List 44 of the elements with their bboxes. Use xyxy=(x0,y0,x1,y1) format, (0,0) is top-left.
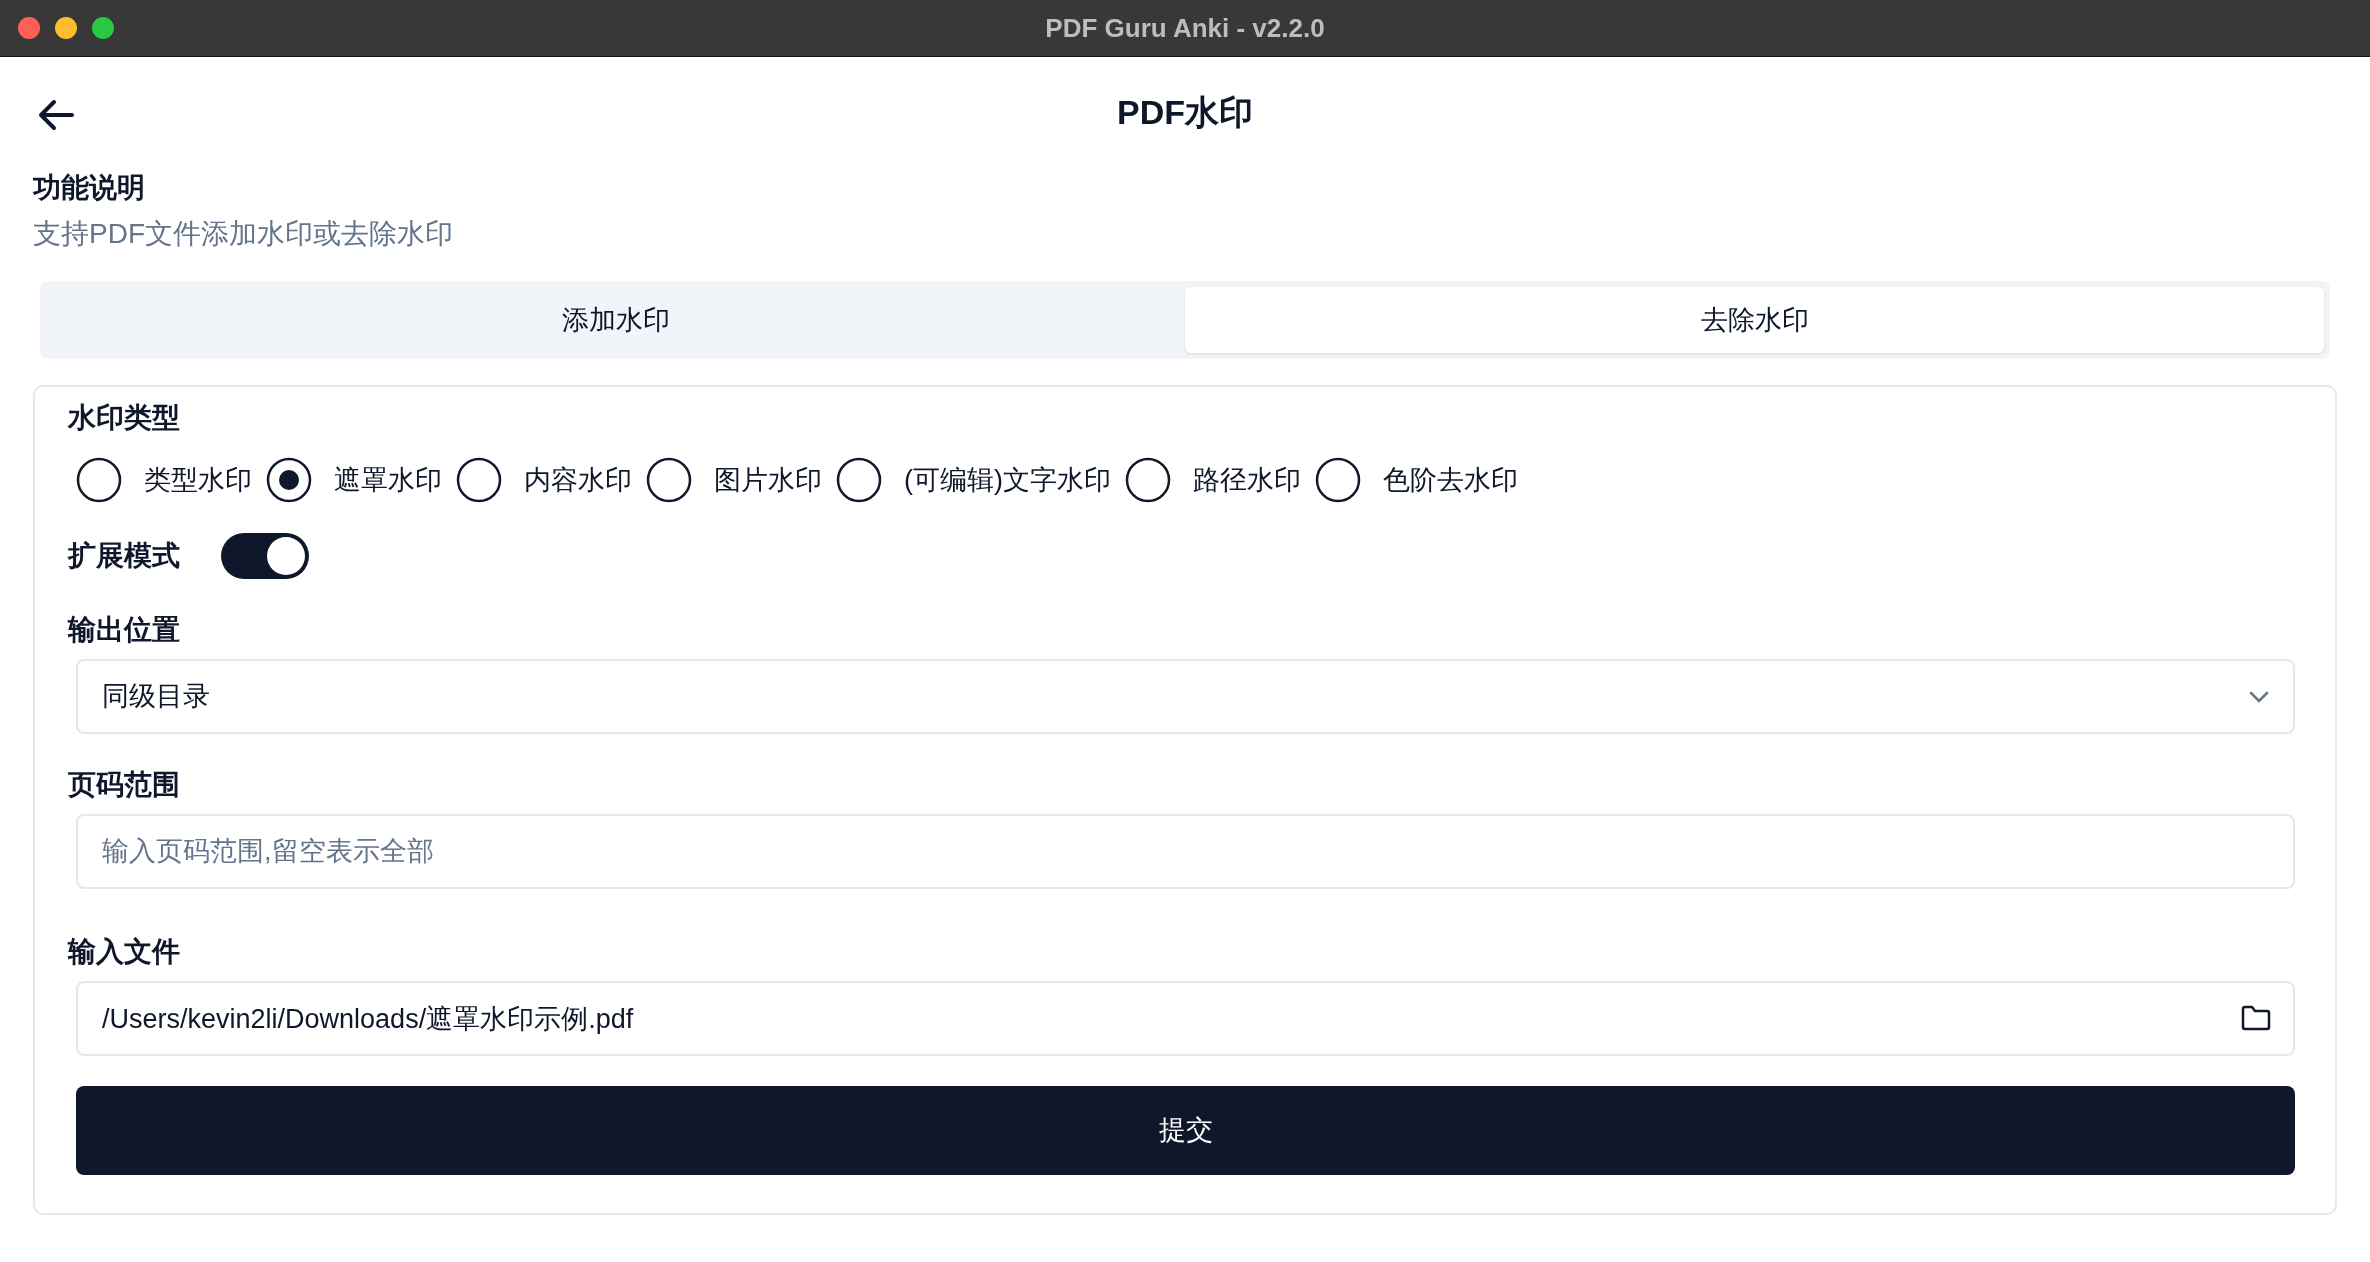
radio-button[interactable] xyxy=(646,457,692,503)
description-text: 支持PDF文件添加水印或去除水印 xyxy=(33,217,454,251)
folder-icon[interactable] xyxy=(2241,1005,2271,1031)
window-title: PDF Guru Anki - v2.2.0 xyxy=(1045,13,1325,43)
radio-option[interactable]: 类型水印 xyxy=(76,457,252,503)
tab[interactable]: 去除水印 xyxy=(1185,287,2324,353)
radio-label: 遮罩水印 xyxy=(334,463,442,497)
radio-label: 色阶去水印 xyxy=(1383,463,1518,497)
section-heading: 功能说明 xyxy=(33,171,146,205)
page-title: PDF水印 xyxy=(1117,93,1253,131)
radio-option[interactable]: 色阶去水印 xyxy=(1315,457,1518,503)
tab[interactable]: 添加水印 xyxy=(46,287,1185,353)
minimize-button[interactable] xyxy=(55,17,77,39)
radio-button[interactable] xyxy=(836,457,882,503)
radio-label: (可编辑)文字水印 xyxy=(904,463,1111,497)
radio-option[interactable]: 路径水印 xyxy=(1125,457,1301,503)
submit-button[interactable]: 提交 xyxy=(76,1086,2295,1175)
radio-option[interactable]: 遮罩水印 xyxy=(266,457,442,503)
file-path-field[interactable]: /Users/kevin2li/Downloads/遮罩水印示例.pdf xyxy=(76,981,2295,1056)
radio-label: 图片水印 xyxy=(714,463,822,497)
radio-label: 类型水印 xyxy=(144,463,252,497)
toggle-switch[interactable] xyxy=(220,533,309,579)
dropdown-field[interactable]: 同级目录 xyxy=(76,659,2295,734)
radio-option[interactable]: 内容水印 xyxy=(456,457,632,503)
radio-option[interactable]: 图片水印 xyxy=(646,457,822,503)
radio-button[interactable] xyxy=(456,457,502,503)
field-label: 扩展模式 xyxy=(68,539,180,573)
input-field[interactable]: 输入页码范围,留空表示全部 xyxy=(76,814,2295,889)
chevron-down-icon xyxy=(2249,690,2269,703)
radio-button[interactable] xyxy=(1315,457,1361,503)
radio-label: 内容水印 xyxy=(524,463,632,497)
dropdown-value: 同级目录 xyxy=(102,680,210,714)
field-label: 水印类型 xyxy=(68,401,181,435)
radio-button[interactable] xyxy=(266,457,312,503)
radio-button[interactable] xyxy=(1125,457,1171,503)
radio-option[interactable]: (可编辑)文字水印 xyxy=(836,457,1111,503)
back-arrow-icon xyxy=(38,98,74,131)
close-button[interactable] xyxy=(18,17,40,39)
field-label: 输入文件 xyxy=(68,935,181,969)
radio-label: 路径水印 xyxy=(1193,463,1301,497)
field-label: 页码范围 xyxy=(68,768,181,802)
zoom-button[interactable] xyxy=(92,17,114,39)
field-label: 输出位置 xyxy=(68,613,181,647)
radio-button[interactable] xyxy=(76,457,122,503)
